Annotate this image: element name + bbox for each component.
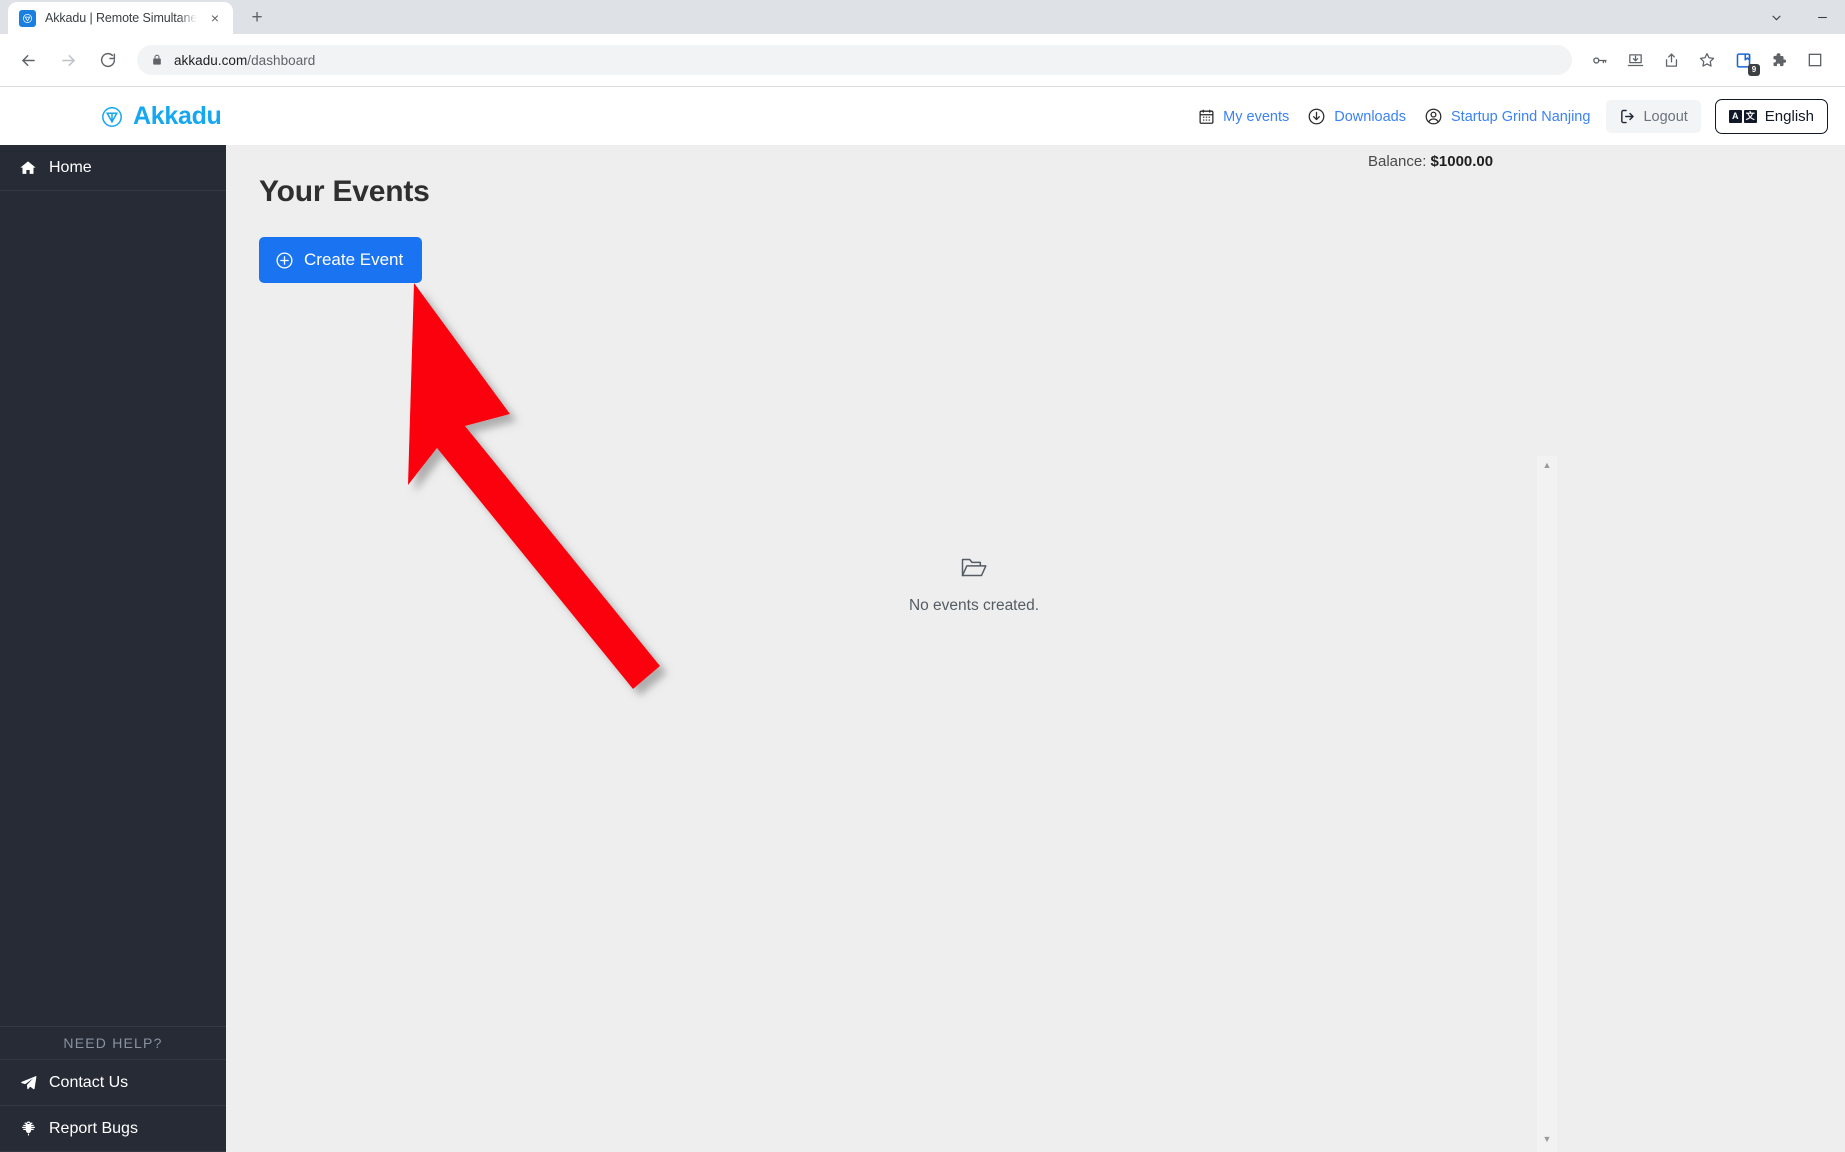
bug-icon	[18, 1120, 38, 1137]
sidebar-panel-icon[interactable]	[1800, 45, 1830, 75]
extensions-puzzle-icon[interactable]	[1764, 45, 1794, 75]
balance-display: Balance: $1000.00	[1368, 153, 1493, 170]
create-event-button[interactable]: Create Event	[259, 237, 423, 283]
sidebar-item-home-label: Home	[49, 158, 92, 176]
tab-close-icon[interactable]: ×	[206, 9, 224, 27]
brand-name: Akkadu	[133, 102, 222, 130]
url-text: akkadu.com/dashboard	[174, 53, 315, 68]
translate-icon-cjk: 文	[1743, 110, 1757, 123]
tab-title: Akkadu | Remote Simultaneou	[45, 11, 197, 25]
bookmark-star-icon[interactable]	[1692, 45, 1722, 75]
browser-window: Akkadu | Remote Simultaneou × + akkadu.c…	[0, 0, 1845, 1152]
sidebar-item-contact-us-label: Contact Us	[49, 1073, 129, 1091]
scroll-down-arrow-icon[interactable]: ▼	[1537, 1130, 1557, 1148]
logout-button[interactable]: Logout	[1606, 100, 1701, 133]
main-header: Your Events Balance: $1000.00	[226, 145, 1845, 209]
nav-downloads-label: Downloads	[1334, 108, 1406, 125]
translate-icon-latin: A	[1728, 110, 1742, 123]
password-key-icon[interactable]	[1584, 45, 1614, 75]
lock-icon	[151, 53, 163, 67]
reading-list-extension-icon[interactable]: 9	[1728, 45, 1760, 76]
logout-icon	[1619, 108, 1636, 125]
sidebar-item-report-bugs-label: Report Bugs	[49, 1119, 138, 1137]
app-header: Akkadu My events Downloads Startup Grind…	[0, 88, 1845, 145]
akkadu-favicon	[19, 9, 36, 27]
home-icon	[18, 159, 38, 177]
logout-label: Logout	[1643, 108, 1688, 125]
content-scrollbar[interactable]: ▲ ▼	[1537, 456, 1557, 1152]
calendar-icon	[1198, 108, 1215, 125]
page-body: Home NEED HELP? Contact Us Report Bugs Y…	[0, 145, 1845, 1152]
empty-state: No events created.	[844, 555, 1104, 615]
header-nav: My events Downloads Startup Grind Nanjin…	[1189, 99, 1828, 134]
nav-downloads[interactable]: Downloads	[1298, 107, 1415, 126]
empty-state-text: No events created.	[908, 597, 1040, 614]
sidebar-help-title: NEED HELP?	[0, 1026, 226, 1060]
page-title: Your Events	[259, 175, 430, 208]
balance-label: Balance:	[1368, 153, 1427, 170]
nav-my-events-label: My events	[1223, 108, 1290, 125]
scroll-up-arrow-icon[interactable]: ▲	[1537, 456, 1557, 474]
url-path: /dashboard	[247, 52, 316, 68]
language-label: English	[1764, 108, 1814, 125]
akkadu-mark-icon	[102, 106, 122, 127]
paper-plane-icon	[18, 1074, 38, 1091]
balance-value: $1000.00	[1430, 153, 1494, 170]
page-viewport: Akkadu My events Downloads Startup Grind…	[0, 88, 1845, 1152]
nav-account-label: Startup Grind Nanjing	[1451, 108, 1591, 125]
extension-badge-count: 9	[1748, 64, 1760, 76]
reload-icon[interactable]	[91, 43, 125, 77]
sidebar-item-report-bugs[interactable]: Report Bugs	[0, 1106, 226, 1152]
share-icon[interactable]	[1656, 45, 1686, 75]
akkadu-logo[interactable]: Akkadu	[100, 102, 222, 131]
download-circle-icon	[1307, 107, 1326, 126]
minimize-icon[interactable]	[1799, 0, 1845, 34]
sidebar: Home NEED HELP? Contact Us Report Bugs	[0, 145, 226, 1152]
url-host: akkadu.com	[174, 52, 248, 68]
main-content: Your Events Balance: $1000.00 Create Eve…	[226, 145, 1845, 1152]
new-tab-button[interactable]: +	[243, 3, 271, 31]
address-bar[interactable]: akkadu.com/dashboard	[137, 45, 1572, 75]
tab-strip: Akkadu | Remote Simultaneou × +	[0, 0, 1845, 34]
nav-account[interactable]: Startup Grind Nanjing	[1415, 107, 1599, 126]
translate-icon: A 文	[1728, 110, 1757, 123]
forward-icon[interactable]	[51, 43, 85, 77]
toolbar-icons: 9	[1581, 45, 1833, 76]
browser-tab[interactable]: Akkadu | Remote Simultaneou ×	[8, 2, 233, 34]
nav-my-events[interactable]: My events	[1189, 108, 1298, 125]
window-controls	[1753, 0, 1845, 34]
sidebar-item-home[interactable]: Home	[0, 145, 226, 191]
plus-circle-icon	[275, 251, 294, 270]
create-event-label: Create Event	[304, 250, 404, 269]
tab-search-chevron-icon[interactable]	[1753, 0, 1799, 34]
language-button[interactable]: A 文 English	[1714, 99, 1828, 134]
open-folder-icon	[844, 555, 1104, 581]
browser-toolbar: akkadu.com/dashboard 9	[0, 34, 1845, 87]
sidebar-item-contact-us[interactable]: Contact Us	[0, 1060, 226, 1106]
install-app-icon[interactable]	[1620, 45, 1650, 75]
user-circle-icon	[1424, 107, 1443, 126]
back-icon[interactable]	[11, 43, 45, 77]
